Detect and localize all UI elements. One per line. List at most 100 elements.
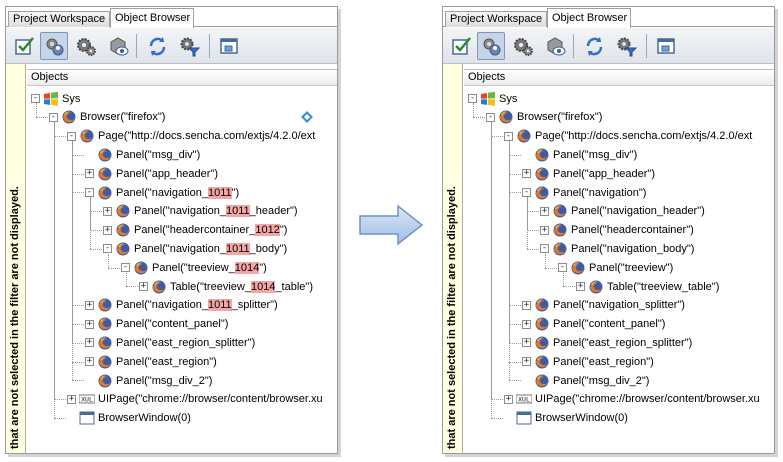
tree-node[interactable]: + Panel("east_region_splitter") bbox=[522, 333, 692, 352]
object-spy-button[interactable] bbox=[541, 32, 569, 60]
filter-gear-button[interactable] bbox=[175, 32, 203, 60]
expand-toggle-icon[interactable]: + bbox=[522, 338, 531, 348]
checkbox-icon bbox=[15, 37, 34, 55]
collapse-toggle-icon[interactable]: - bbox=[85, 188, 94, 197]
expand-toggle-icon[interactable]: + bbox=[139, 282, 148, 291]
expand-toggle-icon[interactable]: + bbox=[522, 357, 531, 367]
collapse-toggle-icon[interactable]: - bbox=[103, 244, 112, 254]
label-segment: Browser("firefox") bbox=[80, 111, 166, 124]
tab-object-browser[interactable]: Object Browser bbox=[110, 8, 194, 28]
expand-toggle-icon[interactable]: + bbox=[103, 206, 112, 216]
tab-project-workspace[interactable]: Project Workspace bbox=[445, 11, 547, 27]
tree-node[interactable]: - Sys bbox=[468, 89, 517, 108]
tree-node[interactable]: + Table("treeview_table") bbox=[576, 277, 719, 296]
collapse-toggle-icon[interactable]: - bbox=[31, 94, 40, 103]
expand-toggle-icon[interactable]: + bbox=[522, 169, 531, 179]
tree-node[interactable]: + Panel("content_panel") bbox=[85, 315, 228, 334]
tree-node[interactable]: - Page("http://docs.sencha.com/extjs/4.2.… bbox=[504, 127, 752, 146]
refresh-button[interactable] bbox=[143, 32, 171, 60]
object-spy-icon bbox=[547, 37, 566, 56]
window-mapping-button[interactable] bbox=[652, 32, 680, 60]
object-tree: - Sys - Browser("firefox") - Page("http://doc… bbox=[27, 87, 337, 453]
object-spy-button[interactable] bbox=[104, 32, 132, 60]
tree-node[interactable]: + Panel("east_region") bbox=[522, 352, 654, 371]
collapse-toggle-icon[interactable]: - bbox=[121, 263, 130, 273]
filter-gear-button[interactable] bbox=[612, 32, 640, 60]
checkbox-button[interactable] bbox=[10, 32, 38, 60]
tree-node-label: Panel("msg_div_2") bbox=[553, 375, 649, 387]
gears-button[interactable] bbox=[72, 32, 100, 60]
expand-toggle-icon[interactable]: + bbox=[540, 225, 549, 235]
tree-node[interactable]: - Browser("firefox") bbox=[486, 108, 602, 127]
tree-node[interactable]: - Browser("firefox") bbox=[49, 108, 313, 127]
tree-node[interactable]: - Panel("navigation") bbox=[522, 183, 646, 202]
tree-node[interactable]: + Table("treeview_1014_table") bbox=[139, 277, 313, 296]
expand-toggle-icon[interactable]: + bbox=[522, 300, 531, 310]
label-segment: _table") bbox=[275, 280, 313, 293]
expand-toggle-icon[interactable]: + bbox=[85, 319, 94, 329]
tree-node[interactable]: - Panel("treeview") bbox=[558, 258, 673, 277]
tree-node[interactable]: + Panel("headercontainer_1012") bbox=[103, 221, 287, 240]
tree-node-label: Panel("headercontainer_1012") bbox=[134, 224, 288, 237]
collapse-toggle-icon[interactable]: - bbox=[486, 112, 495, 122]
expand-toggle-icon[interactable]: + bbox=[85, 169, 94, 179]
collapse-toggle-icon[interactable]: - bbox=[558, 263, 567, 273]
gears-button[interactable] bbox=[509, 32, 537, 60]
tree-node[interactable]: Panel("msg_div") bbox=[522, 145, 637, 164]
collapse-toggle-icon[interactable]: - bbox=[67, 131, 76, 141]
tab-project-workspace[interactable]: Project Workspace bbox=[8, 11, 110, 27]
label-segment: _header") bbox=[249, 205, 298, 218]
tree-node[interactable]: + Panel("app_header") bbox=[522, 164, 655, 183]
expand-toggle-icon[interactable]: + bbox=[67, 394, 76, 404]
tree-node[interactable]: Panel("msg_div_2") bbox=[522, 371, 649, 390]
expand-toggle-icon[interactable]: + bbox=[522, 319, 531, 329]
object-properties-button[interactable] bbox=[477, 32, 505, 60]
tree-node[interactable]: + Panel("navigation_1011_header") bbox=[103, 202, 298, 221]
collapse-toggle-icon[interactable]: - bbox=[504, 131, 513, 141]
collapse-toggle-icon[interactable]: - bbox=[49, 112, 58, 122]
expand-toggle-icon[interactable]: + bbox=[103, 225, 112, 235]
collapse-toggle-icon[interactable]: - bbox=[468, 94, 477, 103]
tab-object-browser[interactable]: Object Browser bbox=[547, 8, 631, 28]
tree-node[interactable]: BrowserWindow(0) bbox=[504, 409, 628, 428]
tree-node[interactable]: - Panel("treeview_1014") bbox=[121, 258, 267, 277]
label-segment: ") bbox=[279, 224, 288, 237]
tree-node[interactable]: + Panel("navigation_1011_splitter") bbox=[85, 296, 278, 315]
tree-node[interactable]: - Panel("navigation_1011_body") bbox=[103, 239, 287, 258]
tree-node[interactable]: + Panel("navigation_header") bbox=[540, 202, 705, 221]
expand-toggle-icon[interactable]: + bbox=[576, 282, 585, 291]
tree-node[interactable]: + XUL UIPage("chrome://browser/content/bro… bbox=[67, 390, 323, 409]
tree-node[interactable]: + Panel("east_region") bbox=[85, 352, 217, 371]
tree-node[interactable]: Panel("msg_div_2") bbox=[85, 371, 212, 390]
label-segment: _splitter") bbox=[231, 299, 278, 312]
tree-node[interactable]: + Panel("east_region_splitter") bbox=[85, 333, 255, 352]
expand-toggle-icon[interactable]: + bbox=[85, 338, 94, 348]
tree-node[interactable]: BrowserWindow(0) bbox=[67, 409, 191, 428]
object-properties-button[interactable] bbox=[40, 32, 68, 60]
objects-column-header[interactable]: Objects bbox=[27, 69, 337, 86]
tree-node[interactable]: + Panel("content_panel") bbox=[522, 315, 665, 334]
checkbox-button[interactable] bbox=[447, 32, 475, 60]
tree-node[interactable]: - Panel("navigation_body") bbox=[540, 239, 694, 258]
window-mapping-button[interactable] bbox=[215, 32, 243, 60]
tree-node[interactable]: - Page("http://docs.sencha.com/extjs/4.2.… bbox=[67, 127, 315, 146]
expand-toggle-icon[interactable]: + bbox=[504, 394, 513, 404]
tree-node-label: Panel("navigation_header") bbox=[571, 205, 705, 217]
firefox-icon bbox=[116, 204, 130, 218]
tree-node[interactable]: + Panel("navigation_splitter") bbox=[522, 296, 685, 315]
objects-column-header[interactable]: Objects bbox=[464, 69, 774, 86]
tree-node[interactable]: - Panel("navigation_1011") bbox=[85, 183, 239, 202]
tree-node[interactable]: + XUL UIPage("chrome://browser/content/bro… bbox=[504, 390, 760, 409]
tree-node[interactable]: - Sys bbox=[31, 89, 80, 108]
tree-node[interactable]: + Panel("headercontainer") bbox=[540, 221, 694, 240]
label-segment: Panel("app_header") bbox=[553, 167, 655, 180]
refresh-button[interactable] bbox=[580, 32, 608, 60]
expand-toggle-icon[interactable]: + bbox=[85, 357, 94, 367]
tree-node[interactable]: Panel("msg_div") bbox=[85, 145, 200, 164]
collapse-toggle-icon[interactable]: - bbox=[522, 188, 531, 197]
tree-connector bbox=[509, 192, 521, 194]
expand-toggle-icon[interactable]: + bbox=[85, 300, 94, 310]
collapse-toggle-icon[interactable]: - bbox=[540, 244, 549, 254]
expand-toggle-icon[interactable]: + bbox=[540, 206, 549, 216]
tree-node[interactable]: + Panel("app_header") bbox=[85, 164, 218, 183]
